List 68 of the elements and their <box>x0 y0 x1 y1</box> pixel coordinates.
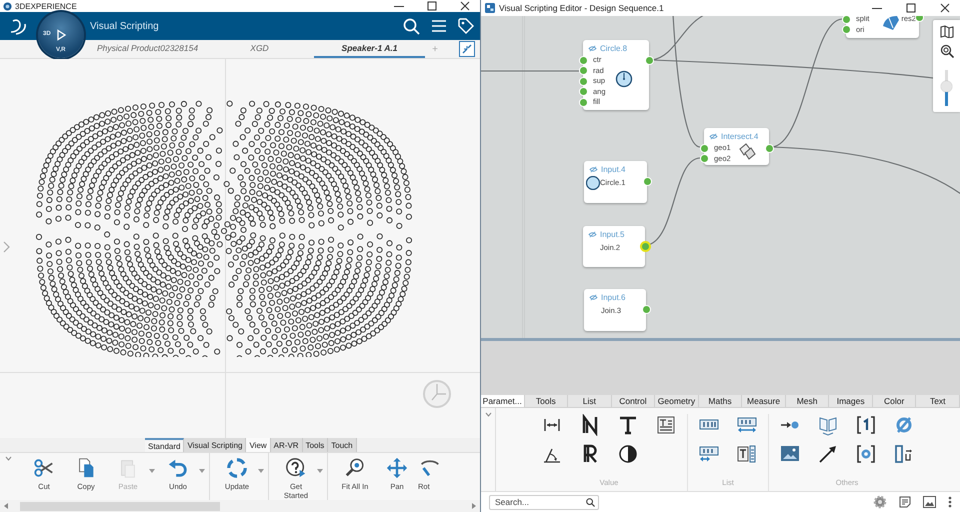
map-icon[interactable] <box>940 25 954 38</box>
scroll-left-icon[interactable] <box>4 503 8 509</box>
text-document-icon[interactable] <box>655 414 677 436</box>
scissors-icon <box>33 457 55 479</box>
toolbar-tab[interactable]: AR-VR <box>270 438 303 452</box>
text-list-icon[interactable] <box>736 443 758 465</box>
zoom-icon[interactable] <box>940 44 954 58</box>
document-tab[interactable]: XGD <box>205 40 314 58</box>
window-title: 3DEXPERIENCE <box>15 2 77 10</box>
scrollbar-thumb[interactable] <box>20 502 220 510</box>
pan-icon <box>386 457 408 479</box>
caret-icon[interactable] <box>317 469 323 473</box>
eye-slash-icon[interactable] <box>589 166 598 173</box>
output-port[interactable] <box>766 145 772 152</box>
toolbar-tab[interactable]: View <box>246 438 271 452</box>
editor-app-icon <box>485 3 495 13</box>
eye-slash-icon[interactable] <box>588 45 597 52</box>
search-icon[interactable] <box>403 18 420 34</box>
bird-icon <box>881 16 902 32</box>
node-title: Intersect.4 <box>721 132 758 141</box>
slider-thumb[interactable] <box>941 80 952 92</box>
contrast-icon[interactable] <box>617 443 639 465</box>
search-field[interactable]: Search... <box>489 494 599 510</box>
output-port[interactable] <box>916 16 922 21</box>
node-title: Input.4 <box>601 165 626 174</box>
caret-icon[interactable] <box>199 469 205 473</box>
chevron-down-icon[interactable] <box>5 456 12 461</box>
play-icon[interactable] <box>55 29 67 41</box>
node-title: Circle.8 <box>600 44 628 53</box>
window-title: Visual Scripting Editor - Design Sequence.1 <box>499 3 664 13</box>
eye-slash-icon[interactable] <box>588 231 597 238</box>
palette-tab[interactable]: Paramet... <box>481 395 525 407</box>
collapse-icon[interactable] <box>459 41 475 57</box>
toolbar-tab[interactable]: Standard <box>145 438 184 452</box>
refresh-icon <box>226 457 248 479</box>
note-icon[interactable] <box>899 496 911 508</box>
output-port[interactable] <box>646 57 652 64</box>
dial-icon <box>614 69 634 89</box>
diagonal-arrow-icon[interactable] <box>817 443 839 465</box>
bracket-index-icon[interactable] <box>855 414 877 436</box>
output-port[interactable] <box>644 178 650 185</box>
menu-icon[interactable] <box>432 20 446 32</box>
intersect-shapes-icon <box>736 141 757 161</box>
toolbar-tab[interactable]: Visual Scripting <box>184 438 246 452</box>
tag-icon[interactable] <box>458 18 474 34</box>
zoom-fit-icon <box>344 457 366 479</box>
eye-slash-icon[interactable] <box>589 294 598 301</box>
node-title: Input.5 <box>600 230 624 239</box>
toolbar-tab[interactable]: Tools <box>302 438 328 452</box>
image-icon[interactable] <box>923 496 936 508</box>
search-icon[interactable] <box>586 498 595 506</box>
eye-slash-icon[interactable] <box>709 133 718 140</box>
app-title: Visual Scripting <box>90 20 159 32</box>
palette-tab[interactable]: Geometry <box>655 395 699 407</box>
toolbar-tab[interactable]: Touch <box>328 438 357 452</box>
app-icon <box>3 2 12 10</box>
scroll-right-icon[interactable] <box>472 503 476 509</box>
bracket-at-icon[interactable] <box>855 443 877 465</box>
output-port[interactable] <box>642 306 650 313</box>
more-options-icon[interactable] <box>948 496 952 508</box>
gear-icon[interactable] <box>873 495 887 509</box>
caret-icon[interactable] <box>258 469 264 473</box>
chevron-down-icon[interactable] <box>484 412 492 417</box>
text-type-icon[interactable] <box>617 414 639 436</box>
document-tab[interactable]: Physical Product02328154 <box>90 40 205 58</box>
undo-icon <box>167 457 189 479</box>
help-icon <box>285 457 307 479</box>
node-title: Input.6 <box>601 293 626 302</box>
